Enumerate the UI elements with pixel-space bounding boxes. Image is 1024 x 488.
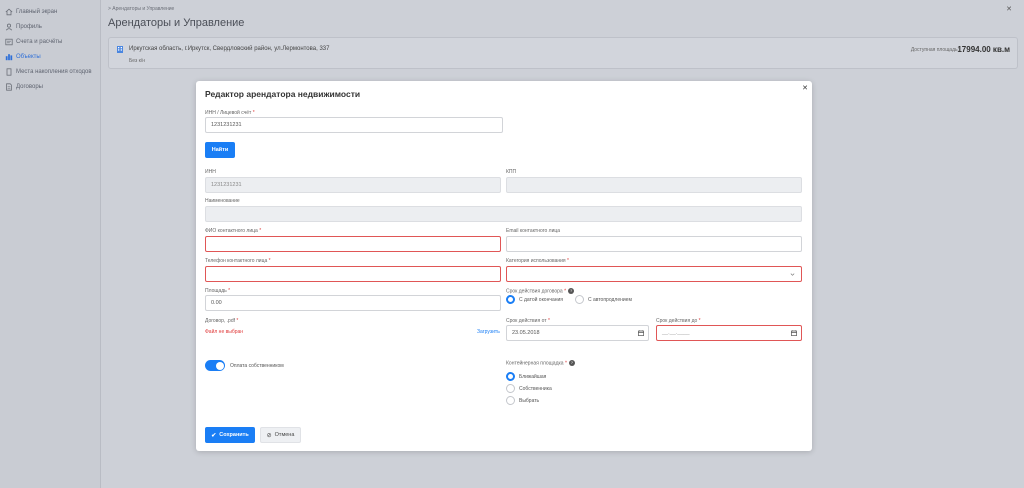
area-input[interactable]: 0.00 xyxy=(205,295,501,311)
calendar-icon[interactable] xyxy=(638,330,644,336)
toggle-knob xyxy=(215,361,224,370)
sidebar-item-label: Профиль xyxy=(16,23,42,30)
cancel-icon: ⊘ xyxy=(266,432,272,439)
sidebar-item-home[interactable]: Главный экран xyxy=(0,4,100,19)
name-label: Наименование xyxy=(205,198,240,204)
radio-checked-icon xyxy=(506,372,515,381)
sidebar-item-waste-sites[interactable]: Места накопления отходов xyxy=(0,64,100,79)
radio-unchecked-icon xyxy=(506,396,515,405)
sidebar-item-objects[interactable]: Объекты xyxy=(0,49,100,64)
waste-site-icon xyxy=(6,67,12,76)
radio-label: Выбрать xyxy=(519,397,540,404)
object-cadastral: Без к/н xyxy=(129,58,145,64)
contact-email-label: Email контактного лица xyxy=(506,228,561,234)
radio-nearest[interactable]: Ближайшая xyxy=(506,372,546,381)
kpp-label: КПП xyxy=(506,169,517,175)
invoice-icon xyxy=(5,38,13,45)
user-icon xyxy=(5,23,13,30)
cancel-button[interactable]: ⊘ Отмена xyxy=(260,427,301,443)
radio-with-end-date[interactable]: С датой окончания xyxy=(506,295,563,304)
page-close-icon[interactable]: ✕ xyxy=(1006,5,1012,13)
chevron-down-icon xyxy=(790,273,795,276)
upload-link[interactable]: Загрузить xyxy=(477,329,500,335)
sidebar-item-label: Главный экран xyxy=(16,8,58,15)
page-title: Арендаторы и Управление xyxy=(108,17,245,29)
radio-choose[interactable]: Выбрать xyxy=(506,396,539,405)
available-area-value: 17994.00 кв.м xyxy=(957,45,1010,54)
sidebar-item-invoices[interactable]: Счета и расчёты xyxy=(0,34,100,49)
area-label: Площадь * xyxy=(205,288,231,294)
valid-to-value: __.__.____ xyxy=(662,330,690,336)
cancel-button-label: Отмена xyxy=(274,432,295,438)
save-button-label: Сохранить xyxy=(219,432,249,438)
radio-auto-renewal[interactable]: С автопродлением xyxy=(575,295,632,304)
building-icon xyxy=(117,46,123,53)
radio-label: С автопродлением xyxy=(588,296,632,303)
radio-owner[interactable]: Собственника xyxy=(506,384,552,393)
valid-from-value: 23.05.2018 xyxy=(512,330,540,336)
sidebar-item-profile[interactable]: Профиль xyxy=(0,19,100,34)
sidebar-item-label: Места накопления отходов xyxy=(16,68,92,75)
owner-payment-toggle[interactable] xyxy=(205,360,225,371)
contract-term-label: Срок действия договора *? xyxy=(506,288,575,295)
help-icon[interactable]: ? xyxy=(568,360,575,366)
container-site-label: Контейнерная площадка *? xyxy=(506,360,575,367)
find-button[interactable]: Найти xyxy=(205,142,235,158)
inn-label: ИНН xyxy=(205,169,216,175)
valid-to-input[interactable]: __.__.____ xyxy=(656,325,802,341)
contact-phone-label: Телефон контактного лица * xyxy=(205,258,271,264)
kpp-field xyxy=(506,177,802,193)
sidebar: Главный экран Профиль Счета и расчёты Об… xyxy=(0,0,101,488)
owner-payment-label: Оплата собственником xyxy=(230,363,284,369)
inn-field: 1231231231 xyxy=(205,177,501,193)
contact-email-input[interactable] xyxy=(506,236,802,252)
name-field xyxy=(205,206,802,222)
file-status: Файл не выбран xyxy=(205,329,244,335)
contact-phone-input[interactable] xyxy=(205,266,501,282)
available-area-label: Доступная площадь: xyxy=(910,47,959,53)
inn-search-input[interactable]: 1231231231 xyxy=(205,117,503,133)
object-address: Иркутская область, г.Иркутск, Свердловск… xyxy=(129,46,330,52)
save-button[interactable]: ✔ Сохранить xyxy=(205,427,255,443)
tenant-editor-modal: ✕ Редактор арендатора недвижимости ИНН /… xyxy=(196,81,812,451)
document-icon xyxy=(6,82,12,91)
inn-search-label: ИНН / Лицевой счёт * xyxy=(205,110,255,116)
close-icon[interactable]: ✕ xyxy=(802,84,808,92)
radio-unchecked-icon xyxy=(575,295,584,304)
sidebar-item-label: Объекты xyxy=(16,53,41,60)
contract-file-label: Договор, .pdf * xyxy=(205,318,239,324)
breadcrumb[interactable]: > Арендаторы и Управление xyxy=(108,6,174,12)
valid-from-input[interactable]: 23.05.2018 xyxy=(506,325,649,341)
check-icon: ✔ xyxy=(211,432,217,439)
radio-label: Собственника xyxy=(519,385,552,392)
help-icon[interactable]: ? xyxy=(568,288,575,294)
usage-category-label: Категория использования * xyxy=(506,258,569,264)
sidebar-item-contracts[interactable]: Договоры xyxy=(0,79,100,94)
radio-checked-icon xyxy=(506,295,515,304)
valid-to-label: Срок действия до * xyxy=(656,318,701,324)
usage-category-select[interactable] xyxy=(506,266,802,282)
modal-title: Редактор арендатора недвижимости xyxy=(205,89,361,99)
radio-label: Ближайшая xyxy=(519,373,547,380)
object-info-card: Иркутская область, г.Иркутск, Свердловск… xyxy=(108,37,1018,69)
sidebar-item-label: Счета и расчёты xyxy=(16,38,63,45)
sidebar-item-label: Договоры xyxy=(16,83,43,90)
valid-from-label: Срок действия от * xyxy=(506,318,550,324)
contact-name-label: ФИО контактного лица * xyxy=(205,228,262,234)
radio-unchecked-icon xyxy=(506,384,515,393)
radio-label: С датой окончания xyxy=(519,296,563,303)
buildings-icon xyxy=(5,53,13,60)
calendar-icon[interactable] xyxy=(791,330,797,336)
home-icon xyxy=(5,8,13,15)
contact-name-input[interactable] xyxy=(205,236,501,252)
